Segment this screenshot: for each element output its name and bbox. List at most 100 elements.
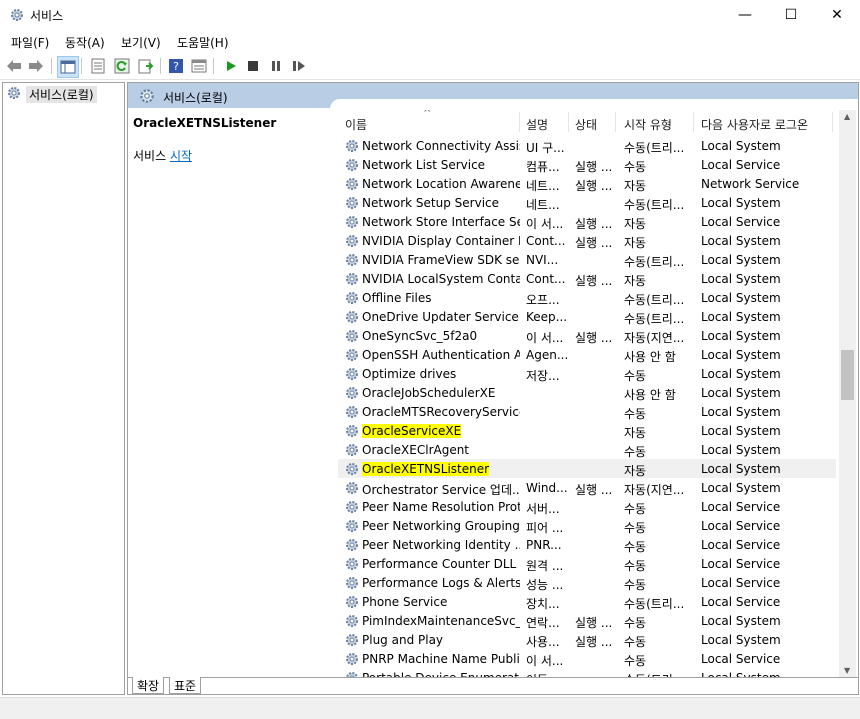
service-status: 실행 ... bbox=[575, 483, 613, 497]
table-row[interactable]: NVIDIA FrameView SDK se... NVI... 수동(트리...… bbox=[338, 250, 836, 269]
service-name-text: PNRP Machine Name Publi... bbox=[362, 652, 520, 666]
scroll-down-icon[interactable]: ▼ bbox=[844, 666, 850, 675]
tab-extended[interactable]: 확장 bbox=[132, 677, 165, 694]
service-status: 실행 ... bbox=[575, 179, 613, 193]
view-tabs: 확장 표준 bbox=[128, 677, 858, 694]
service-description: 피어 ... bbox=[526, 521, 564, 535]
service-logon-as: Local Service bbox=[701, 652, 781, 666]
table-row[interactable]: Network Setup Service 네트... 수동(트리... Local … bbox=[338, 193, 836, 212]
column-startup-type[interactable]: 시작 유형 bbox=[624, 116, 672, 133]
service-startup-type: 자동(지연... bbox=[624, 483, 685, 497]
service-startup-type: 수동 bbox=[624, 369, 647, 383]
service-startup-type: 수동 bbox=[624, 578, 647, 592]
menu-bar: 파일(F) 동작(A) 보기(V) 도움말(H) bbox=[0, 30, 860, 52]
minimize-button[interactable]: — bbox=[722, 0, 768, 30]
service-name-text: Network Location Awareness bbox=[362, 177, 520, 191]
table-row[interactable]: Portable Device Enumerato...이동...수동(트리..… bbox=[338, 668, 836, 677]
maximize-button[interactable]: ☐ bbox=[768, 0, 814, 30]
console-tree-icon[interactable] bbox=[57, 56, 79, 78]
table-row[interactable]: Network Connectivity Assis... UI 구... 수동(트… bbox=[338, 136, 836, 155]
back-arrow-icon[interactable] bbox=[5, 57, 23, 75]
service-logon-as: Local Service bbox=[701, 595, 781, 609]
pause-service-icon[interactable] bbox=[267, 57, 285, 75]
export-icon[interactable] bbox=[137, 57, 155, 75]
column-status[interactable]: 상태 bbox=[575, 116, 597, 133]
table-row[interactable]: Performance Logs & Alerts 성능 ... 수동 Local S… bbox=[338, 573, 836, 592]
column-logon-as[interactable]: 다음 사용자로 로그온 bbox=[701, 116, 808, 133]
mmc-view-icon[interactable] bbox=[190, 57, 208, 75]
table-row[interactable]: Network List Service 컴퓨... 실행 ... 수동 Local S… bbox=[338, 155, 836, 174]
scroll-thumb[interactable] bbox=[841, 350, 854, 400]
service-logon-as: Local System bbox=[701, 386, 781, 400]
vertical-scrollbar[interactable]: ▲ ▼ bbox=[839, 110, 856, 677]
service-name: Optimize drives bbox=[362, 367, 520, 381]
service-name: Network Location Awareness bbox=[362, 177, 520, 191]
table-row[interactable]: Performance Counter DLL ... 원격 ... 수동 Local… bbox=[338, 554, 836, 573]
service-logon-as: Local System bbox=[701, 310, 781, 324]
help-icon[interactable]: ? bbox=[167, 57, 185, 75]
services-gear-icon bbox=[9, 7, 25, 26]
table-row[interactable]: Network Location Awareness 네트... 실행 ... 자동 N… bbox=[338, 174, 836, 193]
close-button[interactable]: ✕ bbox=[814, 0, 860, 30]
menu-action[interactable]: 동작(A) bbox=[65, 34, 105, 51]
table-row[interactable]: Peer Name Resolution Prot... 서버... 수동 Local… bbox=[338, 497, 836, 516]
properties-icon[interactable] bbox=[89, 57, 107, 75]
service-description: 컴퓨... bbox=[526, 160, 560, 174]
service-logon-as: Local System bbox=[701, 272, 781, 286]
table-row[interactable]: OracleXETNSListener 자동 Local System bbox=[338, 459, 836, 478]
window-title: 서비스 bbox=[30, 9, 64, 23]
table-row[interactable]: PimIndexMaintenanceSvc_... 연락... 실행 ... 수동 L… bbox=[338, 611, 836, 630]
table-row[interactable]: Optimize drives 저장... 수동 Local System bbox=[338, 364, 836, 383]
service-startup-type: 자동 bbox=[624, 217, 647, 231]
table-row[interactable]: NVIDIA LocalSystem Conta... Cont... 실행 ...… bbox=[338, 269, 836, 288]
service-startup-type: 자동 bbox=[624, 179, 647, 193]
table-row[interactable]: OneSyncSvc_5f2a0 이 서... 실행 ... 자동(지연... Loca… bbox=[338, 326, 836, 345]
scroll-up-icon[interactable]: ▲ bbox=[844, 112, 850, 121]
service-name-text: Peer Name Resolution Prot... bbox=[362, 500, 520, 514]
table-row[interactable]: OneDrive Updater Service Keep... 수동(트리... L… bbox=[338, 307, 836, 326]
service-name-text: Offline Files bbox=[362, 291, 432, 305]
column-description[interactable]: 설명 bbox=[526, 116, 548, 133]
service-name: PimIndexMaintenanceSvc_... bbox=[362, 614, 520, 628]
service-logon-as: Local System bbox=[701, 462, 781, 476]
forward-arrow-icon[interactable] bbox=[27, 57, 45, 75]
sort-ascending-icon: ^ bbox=[423, 110, 432, 119]
table-row[interactable]: OracleJobSchedulerXE 사용 안 함 Local System bbox=[338, 383, 836, 402]
service-name: PNRP Machine Name Publi... bbox=[362, 652, 520, 666]
start-service-link[interactable]: 시작 bbox=[170, 149, 192, 163]
tree-item-services-local[interactable]: 서비스(로컬) bbox=[6, 85, 97, 103]
table-row[interactable]: Orchestrator Service 업데... Wind... 실행 ... 자… bbox=[338, 478, 836, 497]
service-name-text: OracleXETNSListener bbox=[362, 462, 490, 476]
table-row[interactable]: OracleServiceXE 자동 Local System bbox=[338, 421, 836, 440]
table-row[interactable]: Peer Networking Identity ... PNR... 수동 Loca… bbox=[338, 535, 836, 554]
tab-standard[interactable]: 표준 bbox=[169, 677, 202, 694]
table-row[interactable]: PNRP Machine Name Publi... 이 서... 수동 Local … bbox=[338, 649, 836, 668]
service-description: 네트... bbox=[526, 179, 560, 193]
stop-service-icon[interactable] bbox=[244, 57, 262, 75]
service-name: Performance Logs & Alerts bbox=[362, 576, 520, 590]
column-name[interactable]: 이름 bbox=[345, 116, 367, 133]
table-row[interactable]: NVIDIA Display Container LS Cont... 실행 ...… bbox=[338, 231, 836, 250]
table-row[interactable]: Phone Service 장치... 수동(트리... Local Service bbox=[338, 592, 836, 611]
table-row[interactable]: OracleMTSRecoveryService 수동 Local System bbox=[338, 402, 836, 421]
table-row[interactable]: Network Store Interface Se... 이 서... 실행 ..… bbox=[338, 212, 836, 231]
refresh-icon[interactable] bbox=[113, 57, 131, 75]
table-row[interactable]: Peer Networking Grouping 피어 ... 수동 Local Se… bbox=[338, 516, 836, 535]
table-row[interactable]: OracleXEClrAgent 수동 Local System bbox=[338, 440, 836, 459]
menu-view[interactable]: 보기(V) bbox=[121, 34, 161, 51]
menu-file[interactable]: 파일(F) bbox=[11, 34, 49, 51]
table-row[interactable]: Offline Files 오프... 수동(트리... Local System bbox=[338, 288, 836, 307]
service-status: 실행 ... bbox=[575, 236, 613, 250]
service-name: NVIDIA Display Container LS bbox=[362, 234, 520, 248]
service-name: Phone Service bbox=[362, 595, 520, 609]
start-service-icon[interactable] bbox=[222, 57, 240, 75]
table-row[interactable]: Plug and Play 사용... 실행 ... 수동 Local System bbox=[338, 630, 836, 649]
service-name: NVIDIA FrameView SDK se... bbox=[362, 253, 520, 267]
service-name: OneDrive Updater Service bbox=[362, 310, 520, 324]
service-description: UI 구... bbox=[526, 141, 565, 155]
resume-service-icon[interactable] bbox=[290, 57, 308, 75]
service-name: Network Connectivity Assis... bbox=[362, 139, 520, 153]
menu-help[interactable]: 도움말(H) bbox=[177, 34, 229, 51]
service-startup-type: 자동 bbox=[624, 236, 647, 250]
table-row[interactable]: OpenSSH Authentication A... Agen... 사용 안 함… bbox=[338, 345, 836, 364]
